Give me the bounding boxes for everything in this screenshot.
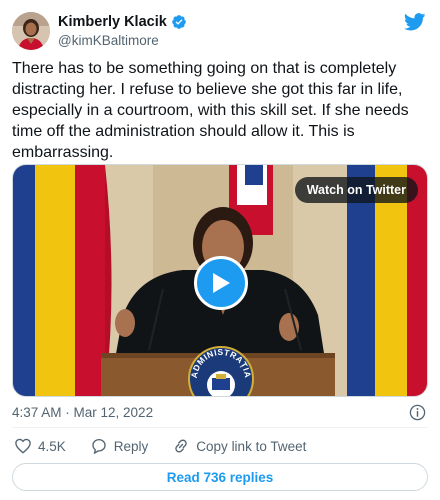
divider	[12, 427, 428, 428]
info-icon[interactable]	[409, 404, 426, 421]
copy-link-label: Copy link to Tweet	[196, 438, 307, 454]
play-icon	[213, 273, 230, 293]
author-handle[interactable]: @kimKBaltimore	[58, 32, 159, 49]
like-button[interactable]: 4.5K	[14, 437, 66, 455]
avatar[interactable]	[12, 12, 50, 50]
video-player[interactable]: ADMINISTRAȚIA Watch on Twitter	[12, 164, 428, 397]
author-name-row[interactable]: Kimberly Klacik	[58, 13, 187, 31]
tweet-timestamp[interactable]: 4:37 AM · Mar 12, 2022	[12, 404, 153, 421]
tweet-card: Kimberly Klacik @kimKBaltimore There has…	[0, 0, 440, 500]
verified-badge-icon	[171, 15, 186, 29]
reply-label: Reply	[113, 438, 149, 454]
play-button[interactable]	[194, 256, 248, 310]
copy-link-button[interactable]: Copy link to Tweet	[172, 437, 306, 455]
heart-icon	[15, 438, 31, 454]
read-replies-button[interactable]: Read 736 replies	[12, 463, 428, 491]
watch-on-twitter-button[interactable]: Watch on Twitter	[294, 177, 418, 203]
tweet-actions: 4.5K Reply Copy link to Tweet	[14, 436, 330, 456]
reply-icon	[92, 438, 106, 454]
tweet-text: There has to be something going on that …	[12, 60, 409, 161]
display-name[interactable]: Kimberly Klacik	[58, 13, 167, 31]
copy-link-icon	[175, 439, 188, 453]
svg-text:ADMINISTRAȚIA: ADMINISTRAȚIA	[189, 347, 253, 379]
podium-seal-label: ADMINISTRAȚIA	[189, 347, 253, 379]
twitter-bird-icon[interactable]	[404, 13, 426, 31]
like-count: 4.5K	[38, 438, 66, 454]
reply-button[interactable]: Reply	[90, 437, 149, 455]
